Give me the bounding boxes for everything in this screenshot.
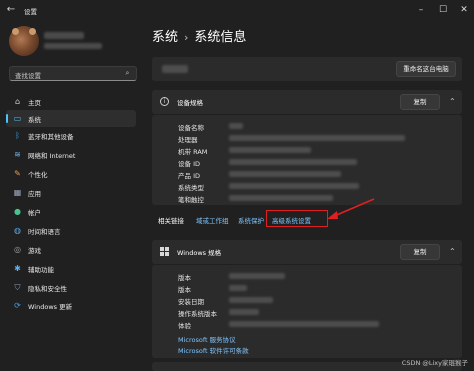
gamepad-icon: ◎ (14, 245, 21, 254)
spec-value-redacted (229, 123, 243, 129)
page-title: 系统 › 系统信息 (152, 26, 246, 45)
breadcrumb-parent[interactable]: 系统 (152, 30, 178, 45)
spec-value-redacted (229, 309, 259, 315)
avatar[interactable] (9, 26, 39, 56)
user-email-redacted (44, 43, 102, 49)
spec-value-redacted (229, 147, 311, 153)
sidebar-item-network[interactable]: ≋ 网络和 Internet (6, 146, 136, 163)
chevron-up-icon[interactable]: ⌃ (449, 97, 456, 106)
system-icon: ▭ (13, 114, 22, 123)
selection-indicator (6, 114, 8, 123)
sidebar-item-label: 应用 (28, 190, 41, 198)
update-icon: ⟳ (14, 301, 21, 310)
spec-label: 处理器 (178, 136, 198, 144)
close-icon[interactable]: ✕ (457, 3, 471, 17)
maximize-icon[interactable]: ☐ (436, 3, 450, 17)
spec-label: 安装日期 (178, 298, 204, 306)
spec-value-redacted (229, 273, 285, 279)
device-name-card: 重命名这台电脑 (152, 57, 462, 81)
annotation-arrow-icon (327, 198, 375, 219)
sidebar-item-system[interactable]: ▭ 系统 (6, 110, 136, 127)
sidebar-item-privacy[interactable]: ⛉ 隐私和安全性 (6, 279, 136, 296)
breadcrumb-current: 系统信息 (194, 30, 247, 45)
spec-value-redacted (229, 135, 405, 141)
spec-label: 产品 ID (178, 172, 200, 180)
sidebar-item-personalization[interactable]: ✎ 个性化 (6, 165, 136, 182)
device-name-redacted (162, 65, 188, 73)
sidebar-item-label: 游戏 (28, 247, 41, 255)
sidebar-item-time-language[interactable]: ◍ 时间和语言 (6, 222, 136, 239)
chevron-right-icon: › (184, 31, 189, 44)
info-icon: i (160, 97, 169, 106)
search-input[interactable]: 查找设置 ⌕ (9, 66, 137, 81)
sidebar-item-gaming[interactable]: ◎ 游戏 (6, 241, 136, 258)
copy-device-spec-button[interactable]: 复制 (400, 94, 440, 110)
spec-label: 体验 (178, 322, 191, 330)
chevron-up-icon[interactable]: ⌃ (449, 247, 456, 256)
windows-logo-icon (160, 247, 169, 256)
spec-label: 操作系统版本 (178, 310, 217, 318)
spec-value-redacted (229, 183, 359, 189)
sidebar-item-accessibility[interactable]: ✱ 辅助功能 (6, 260, 136, 277)
spec-label: 设备 ID (178, 160, 200, 168)
windows-spec-header[interactable]: Windows 规格 复制 ⌃ (152, 240, 462, 264)
domain-workgroup-link[interactable]: 域或工作组 (196, 215, 229, 225)
bluetooth-icon: ᛒ (15, 131, 20, 140)
spec-label: 笔和触控 (178, 196, 204, 204)
sidebar-item-label: 系统 (28, 116, 41, 124)
accessibility-icon: ✱ (14, 264, 21, 273)
window-title: 设置 (24, 8, 37, 16)
account-icon: ● (14, 207, 21, 216)
spec-value-redacted (229, 285, 247, 291)
search-placeholder: 查找设置 (15, 72, 41, 80)
highlight-annotation-box (266, 210, 328, 227)
spec-value-redacted (229, 159, 357, 165)
copy-windows-spec-button[interactable]: 复制 (400, 244, 440, 260)
sidebar-item-label: 时间和语言 (28, 228, 61, 236)
minimize-icon[interactable]: – (414, 3, 428, 17)
title-bar: ← 设置 – ☐ ✕ (0, 0, 474, 20)
sidebar-item-label: 网络和 Internet (28, 152, 76, 160)
spec-label: 版本 (178, 286, 191, 294)
sidebar-item-label: 隐私和安全性 (28, 285, 67, 293)
sidebar-item-home[interactable]: ⌂ 主页 (6, 93, 136, 110)
system-protection-link[interactable]: 系统保护 (238, 215, 264, 225)
spec-value-redacted (229, 321, 379, 327)
back-arrow-icon[interactable]: ← (5, 4, 17, 16)
microsoft-service-agreement-link[interactable]: Microsoft 服务协议 (178, 334, 236, 344)
microsoft-license-terms-link[interactable]: Microsoft 软件许可条款 (178, 345, 249, 355)
globe-icon: ◍ (14, 226, 21, 235)
sidebar-item-label: Windows 更新 (28, 303, 73, 311)
home-icon: ⌂ (14, 97, 21, 106)
spec-value-redacted (229, 297, 273, 303)
sidebar-item-label: 个性化 (28, 171, 48, 179)
sidebar-item-label: 主页 (28, 99, 41, 107)
spec-label: 版本 (178, 274, 191, 282)
spec-label: 机带 RAM (178, 148, 208, 156)
device-spec-header[interactable]: i 设备规格 复制 ⌃ (152, 90, 462, 114)
user-name-redacted (44, 32, 84, 39)
shield-icon: ⛉ (14, 283, 21, 292)
windows-spec-title: Windows 规格 (177, 249, 222, 257)
sidebar-item-label: 辅助功能 (28, 266, 54, 274)
spec-value-redacted (229, 195, 333, 201)
brush-icon: ✎ (14, 169, 21, 178)
spec-label: 设备名称 (178, 124, 204, 132)
spec-label: 系统类型 (178, 184, 204, 192)
device-spec-title: 设备规格 (177, 99, 203, 107)
related-links-label: 相关链接 (158, 217, 184, 225)
sidebar-item-label: 蓝牙和其他设备 (28, 133, 74, 141)
sidebar-item-windows-update[interactable]: ⟳ Windows 更新 (6, 297, 136, 314)
spec-value-redacted (229, 171, 341, 177)
apps-icon: ▦ (13, 188, 22, 197)
watermark: CSDN @Lixy家琨猴子 (401, 359, 468, 367)
sidebar-item-label: 帐户 (28, 209, 41, 217)
search-icon[interactable]: ⌕ (123, 69, 132, 78)
rename-pc-button[interactable]: 重命名这台电脑 (396, 61, 456, 77)
wifi-icon: ≋ (14, 150, 21, 159)
sidebar-item-accounts[interactable]: ● 帐户 (6, 203, 136, 220)
sidebar-item-bluetooth[interactable]: ᛒ 蓝牙和其他设备 (6, 127, 136, 144)
sidebar-item-apps[interactable]: ▦ 应用 (6, 184, 136, 201)
